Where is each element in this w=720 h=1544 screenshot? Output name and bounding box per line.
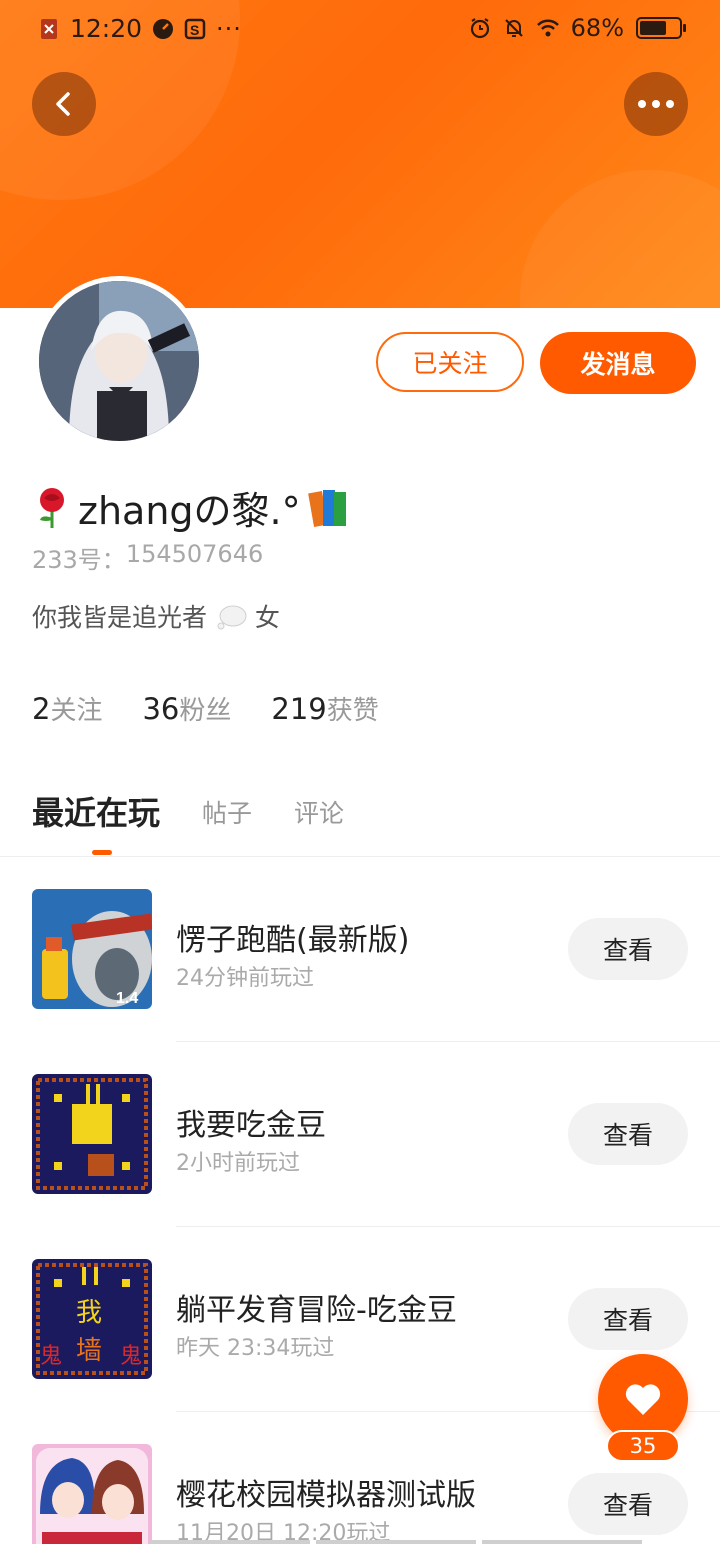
- game-title: 我要吃金豆: [176, 1108, 326, 1143]
- speedometer-icon: [153, 18, 174, 39]
- user-id: 233号： 154507646: [32, 540, 263, 575]
- stat-value: 36: [142, 692, 180, 726]
- game-icon-text: 鬼: [40, 1344, 62, 1369]
- game-played-time: 2小时前玩过: [176, 1151, 300, 1176]
- stat-label: 关注: [50, 696, 103, 726]
- username: zhangの黎.°: [32, 480, 351, 535]
- tab-recently-played[interactable]: 最近在玩: [32, 788, 160, 834]
- game-icon-parkour: 1.4: [32, 889, 152, 1009]
- mute-bell-icon: [504, 19, 523, 37]
- game-icon-text: 我: [76, 1298, 102, 1328]
- game-title: 樱花校园模拟器测试版: [176, 1478, 476, 1513]
- svg-text:S: S: [190, 22, 199, 38]
- avatar-image: [39, 281, 199, 441]
- more-options-button[interactable]: [624, 72, 688, 136]
- more-dots-icon: [638, 100, 674, 108]
- thought-bubble-emoji: [217, 605, 247, 630]
- game-played-time: 24分钟前玩过: [176, 966, 314, 991]
- bio-gender: 女: [254, 603, 280, 632]
- tab-posts[interactable]: 帖子: [202, 794, 252, 834]
- game-thumbnail: 1.4: [32, 889, 152, 1009]
- battery-icon: [636, 17, 686, 39]
- battery-percent: 68%: [570, 14, 624, 42]
- game-icon-lie-flat: 我 墙 鬼 鬼: [32, 1259, 152, 1379]
- username-text: zhangの黎.°: [78, 489, 301, 533]
- user-id-label: 233号：: [32, 546, 126, 574]
- books-emoji: [307, 489, 346, 527]
- tab-comments[interactable]: 评论: [294, 794, 344, 834]
- send-message-button[interactable]: 发消息: [540, 332, 696, 394]
- game-version-badge: 1.4: [116, 990, 138, 1007]
- list-item[interactable]: 我要吃金豆 2小时前玩过 查看: [0, 1042, 720, 1227]
- status-time: 12:20: [70, 14, 143, 43]
- game-icon-gold-beans: [32, 1074, 152, 1194]
- game-icon-text: 鬼: [120, 1344, 142, 1369]
- view-button[interactable]: 查看: [568, 1288, 688, 1350]
- stats-row: 2关注 36粉丝 219获赞: [32, 690, 379, 727]
- stat-label: 粉丝: [179, 696, 232, 726]
- stat-likes[interactable]: 219获赞: [271, 690, 378, 727]
- bio: 你我皆是追光者 女: [32, 598, 280, 634]
- stat-value: 2: [32, 692, 51, 726]
- game-thumbnail: [32, 1444, 152, 1544]
- alarm-icon: [470, 18, 489, 39]
- back-arrow-icon: [56, 92, 70, 116]
- stat-value: 219: [271, 692, 327, 726]
- back-button[interactable]: [32, 72, 96, 136]
- game-title: 愣子跑酷(最新版): [176, 923, 410, 958]
- game-icon-sakura-school: [32, 1444, 152, 1544]
- user-id-value: 154507646: [125, 540, 264, 568]
- active-tab-indicator: [92, 850, 112, 855]
- followed-button[interactable]: 已关注: [376, 332, 524, 392]
- bio-text: 你我皆是追光者: [32, 603, 208, 632]
- game-played-time: 昨天 23:34玩过: [176, 1336, 335, 1361]
- status-bar: 12:20 S ··· 68%: [0, 0, 720, 58]
- stat-following[interactable]: 2关注: [32, 690, 102, 727]
- view-button[interactable]: 查看: [568, 1103, 688, 1165]
- list-item[interactable]: 1.4 愣子跑酷(最新版) 24分钟前玩过 查看: [0, 857, 720, 1042]
- status-more-dots: ···: [216, 14, 242, 43]
- wifi-icon: [536, 19, 559, 37]
- heart-icon: [625, 1384, 661, 1415]
- like-count-badge: 35: [606, 1430, 680, 1462]
- stat-fans[interactable]: 36粉丝: [142, 690, 231, 727]
- app-s-icon: S: [184, 18, 206, 39]
- view-button[interactable]: 查看: [568, 918, 688, 980]
- game-icon-text: 墙: [76, 1336, 102, 1366]
- avatar[interactable]: [34, 276, 204, 446]
- stat-label: 获赞: [326, 696, 379, 726]
- view-button[interactable]: 查看: [568, 1473, 688, 1535]
- game-thumbnail: [32, 1074, 152, 1194]
- profile-tabs: 最近在玩 帖子 评论: [32, 788, 344, 834]
- bottom-scroll-hint: [0, 1540, 720, 1544]
- notification-x-icon: [41, 18, 57, 39]
- game-title: 躺平发育冒险-吃金豆: [176, 1293, 457, 1328]
- rose-emoji: [40, 487, 64, 528]
- game-thumbnail: 我 墙 鬼 鬼: [32, 1259, 152, 1379]
